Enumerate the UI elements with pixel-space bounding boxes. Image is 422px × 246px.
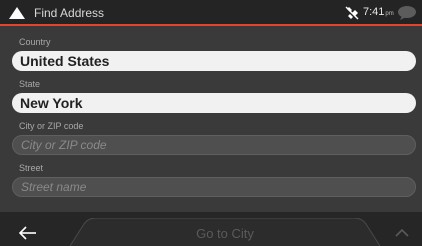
go-to-city-label: Go to City [196, 226, 254, 241]
message-bubble-icon[interactable] [396, 5, 418, 21]
street-input[interactable]: Street name [12, 177, 416, 197]
country-field[interactable]: United States [12, 51, 416, 71]
country-label: Country [19, 37, 51, 47]
header-accent-line [0, 24, 422, 26]
street-label: Street [19, 163, 44, 173]
find-address-screen: Find Address 7:41pm Country United State… [0, 0, 422, 246]
city-label: City or ZIP code [19, 121, 84, 131]
clock: 7:41pm [363, 6, 394, 18]
expand-button[interactable] [380, 212, 422, 246]
up-arrow-icon[interactable] [8, 5, 26, 21]
city-input[interactable]: City or ZIP code [12, 135, 416, 155]
state-field[interactable]: New York [12, 93, 416, 113]
clock-time: 7:41 [363, 6, 385, 18]
state-label: State [19, 79, 41, 89]
satellite-no-fix-icon [345, 6, 359, 20]
clock-suffix: pm [385, 11, 394, 17]
header-bar: Find Address 7:41pm [0, 0, 422, 26]
chevron-up-icon [395, 228, 409, 237]
bottom-bar: Go to City [0, 212, 422, 246]
left-arrow-icon [18, 226, 36, 240]
back-button[interactable] [0, 212, 64, 246]
page-title: Find Address [34, 6, 105, 20]
